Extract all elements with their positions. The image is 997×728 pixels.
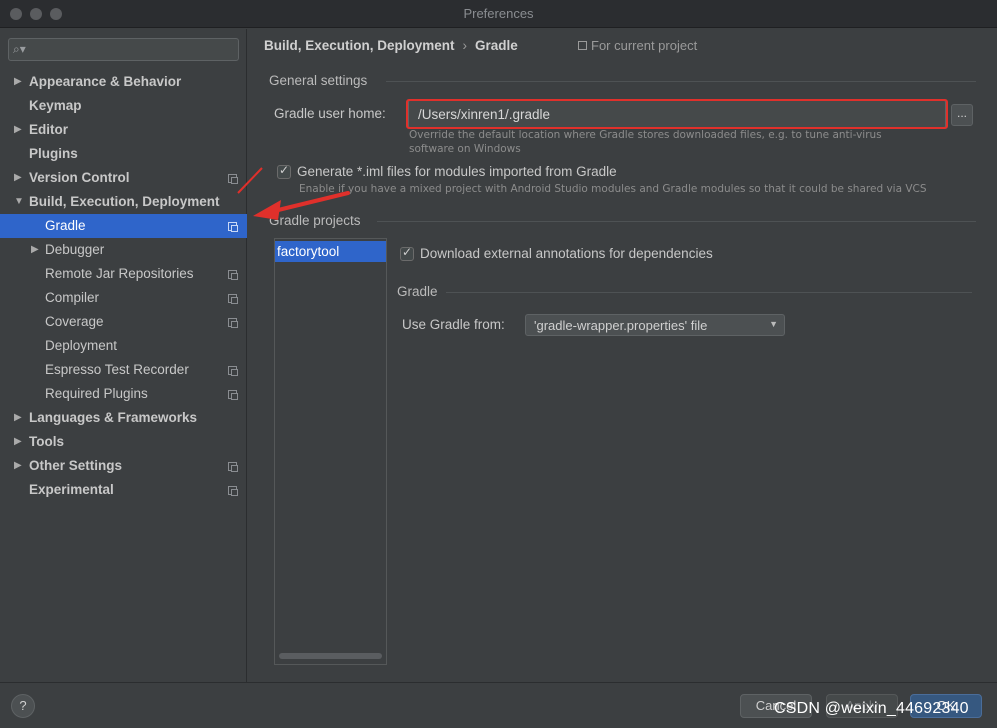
- chevron-down-icon: ▼: [769, 319, 778, 329]
- sidebar-item-plugins[interactable]: Plugins: [0, 142, 247, 166]
- sidebar-item-label: Required Plugins: [45, 386, 148, 401]
- gradle-subsection-title: Gradle: [397, 284, 438, 299]
- sidebar-item-compiler[interactable]: Compiler: [0, 286, 247, 310]
- project-scope-icon: [228, 270, 238, 280]
- generate-iml-checkbox[interactable]: [277, 163, 291, 179]
- download-annotations-checkbox[interactable]: [400, 245, 414, 261]
- sidebar-item-label: Remote Jar Repositories: [45, 266, 194, 281]
- browse-button[interactable]: ...: [951, 104, 973, 126]
- sidebar-item-gradle[interactable]: Gradle: [0, 214, 247, 238]
- expanded-arrow-icon[interactable]: ▼: [14, 190, 26, 214]
- scope-label: For current project: [591, 38, 698, 53]
- generate-iml-label[interactable]: Generate *.iml files for modules importe…: [297, 164, 617, 179]
- download-annotations-label[interactable]: Download external annotations for depend…: [420, 246, 713, 261]
- sidebar-item-required-plugins[interactable]: Required Plugins: [0, 382, 247, 406]
- sidebar-item-label: Languages & Frameworks: [29, 410, 198, 425]
- sidebar-item-label: Plugins: [29, 146, 78, 161]
- sidebar-item-remote-jar-repositories[interactable]: Remote Jar Repositories: [0, 262, 247, 286]
- settings-sidebar: ⌕▾ ▶ Appearance & Behavior Keymap ▶ Editor Pl…: [0, 29, 247, 682]
- gradle-projects-title: Gradle projects: [269, 213, 361, 228]
- project-scope-icon: [228, 222, 238, 232]
- project-scope-icon: [228, 486, 238, 496]
- sidebar-item-debugger[interactable]: ▶ Debugger: [0, 238, 247, 262]
- sidebar-item-keymap[interactable]: Keymap: [0, 94, 247, 118]
- sidebar-item-label: Editor: [29, 122, 68, 137]
- project-scope-icon: [228, 390, 238, 400]
- sidebar-item-label: Version Control: [29, 170, 130, 185]
- collapsed-arrow-icon[interactable]: ▶: [14, 430, 26, 454]
- sidebar-item-label: Tools: [29, 434, 64, 449]
- project-scope-icon: [228, 294, 238, 304]
- sidebar-item-version-control[interactable]: ▶ Version Control: [0, 166, 247, 190]
- collapsed-arrow-icon[interactable]: ▶: [14, 70, 26, 94]
- use-gradle-from-dropdown[interactable]: 'gradle-wrapper.properties' file ▼: [525, 314, 785, 336]
- window-title: Preferences: [463, 6, 534, 21]
- breadcrumb-current: Gradle: [475, 38, 518, 53]
- gradle-user-home-field[interactable]: [408, 100, 946, 128]
- project-item-factorytool[interactable]: factorytool: [275, 241, 386, 262]
- gradle-user-home-label: Gradle user home:: [274, 106, 386, 121]
- sidebar-item-label: Debugger: [45, 242, 105, 257]
- title-bar: Preferences: [0, 0, 997, 28]
- section-divider: [446, 292, 972, 293]
- use-gradle-from-label: Use Gradle from:: [402, 317, 505, 332]
- generate-iml-hint: Enable if you have a mixed project with …: [299, 183, 927, 195]
- project-scope-icon: [578, 41, 587, 50]
- sidebar-item-other-settings[interactable]: ▶ Other Settings: [0, 454, 247, 478]
- sidebar-item-label: Deployment: [45, 338, 118, 353]
- gradle-user-home-hint-line-1: Override the default location where Grad…: [409, 129, 882, 141]
- watermark: CSDN @weixin_44692340: [774, 700, 969, 717]
- collapsed-arrow-icon[interactable]: ▶: [14, 118, 26, 142]
- section-divider: [377, 221, 976, 222]
- gradle-settings-panel: Build, Execution, Deployment › Gradle For …: [248, 29, 997, 682]
- project-scope-icon: [228, 318, 238, 328]
- settings-tree: ▶ Appearance & Behavior Keymap ▶ Editor Plugi…: [0, 70, 247, 502]
- projects-list-scrollbar[interactable]: [279, 653, 382, 659]
- use-gradle-from-value: 'gradle-wrapper.properties' file: [534, 318, 708, 333]
- settings-search-input[interactable]: ⌕▾: [8, 38, 239, 61]
- sidebar-item-editor[interactable]: ▶ Editor: [0, 118, 247, 142]
- section-divider: [386, 81, 976, 82]
- collapsed-arrow-icon[interactable]: ▶: [14, 166, 26, 190]
- search-icon: ⌕▾: [13, 42, 26, 56]
- breadcrumb-parent[interactable]: Build, Execution, Deployment: [264, 38, 455, 53]
- sidebar-item-experimental[interactable]: Experimental: [0, 478, 247, 502]
- collapsed-arrow-icon[interactable]: ▶: [14, 454, 26, 478]
- sidebar-item-label: Keymap: [29, 98, 82, 113]
- gradle-projects-list[interactable]: factorytool: [274, 238, 387, 665]
- sidebar-item-label: Other Settings: [29, 458, 123, 473]
- sidebar-item-deployment[interactable]: Deployment: [0, 334, 247, 358]
- sidebar-item-label: Build, Execution, Deployment: [29, 194, 220, 209]
- sidebar-item-label: Gradle: [45, 218, 86, 233]
- sidebar-item-appearance-behavior[interactable]: ▶ Appearance & Behavior: [0, 70, 247, 94]
- gradle-user-home-hint-line-2: software on Windows: [409, 143, 521, 155]
- dialog-footer: ? Cancel Apply OK CSDN @weixin_44692340: [0, 682, 997, 728]
- breadcrumb-separator: ›: [462, 38, 468, 53]
- collapsed-arrow-icon[interactable]: ▶: [14, 406, 26, 430]
- breadcrumb: Build, Execution, Deployment › Gradle: [264, 38, 518, 56]
- sidebar-item-espresso-test-recorder[interactable]: Espresso Test Recorder: [0, 358, 247, 382]
- help-button[interactable]: ?: [11, 694, 35, 718]
- sidebar-item-label: Compiler: [45, 290, 100, 305]
- general-settings-title: General settings: [269, 73, 368, 88]
- sidebar-item-build-execution-deployment[interactable]: ▼ Build, Execution, Deployment: [0, 190, 247, 214]
- sidebar-item-tools[interactable]: ▶ Tools: [0, 430, 247, 454]
- sidebar-item-coverage[interactable]: Coverage: [0, 310, 247, 334]
- project-scope-icon: [228, 366, 238, 376]
- project-scope-icon: [228, 462, 238, 472]
- sidebar-item-label: Appearance & Behavior: [29, 74, 182, 89]
- sidebar-item-label: Experimental: [29, 482, 114, 497]
- sidebar-item-label: Coverage: [45, 314, 104, 329]
- scope-indicator: For current project: [578, 38, 697, 53]
- sidebar-item-languages-frameworks[interactable]: ▶ Languages & Frameworks: [0, 406, 247, 430]
- collapsed-arrow-icon[interactable]: ▶: [31, 238, 43, 262]
- project-scope-icon: [228, 174, 238, 184]
- gradle-user-home-input[interactable]: [409, 101, 945, 127]
- sidebar-item-label: Espresso Test Recorder: [45, 362, 189, 377]
